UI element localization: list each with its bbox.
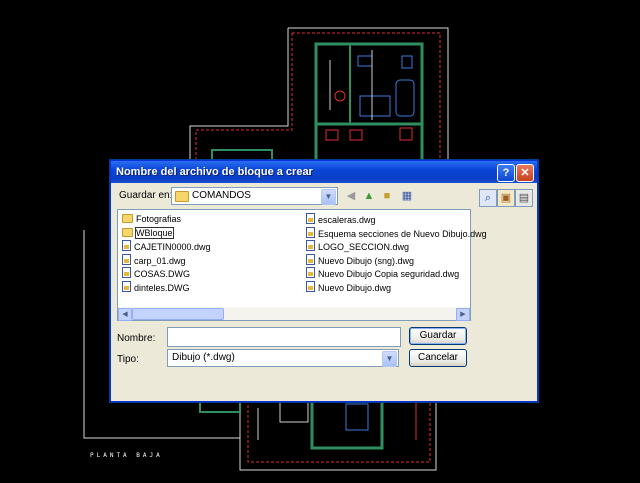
dwg-file-icon [122,240,131,251]
toolbar-icons: ⌕ ▣ ▤ [479,187,533,207]
look-in-label: Guardar en: [119,190,173,201]
file-name: carp_01.dwg [134,255,186,266]
plan-outline [288,27,449,160]
list-item[interactable]: WBloque [122,226,174,240]
list-item[interactable]: Nuevo Dibujo (sng).dwg [306,253,415,267]
dialog-titlebar[interactable]: Nombre del archivo de bloque a crear ? ✕ [111,161,537,183]
save-block-dialog: Nombre del archivo de bloque a crear ? ✕… [110,160,538,402]
filetype-select[interactable]: Dibujo (*.dwg) ▼ [167,349,399,367]
plan-label: PLANTA BAJA [90,452,163,459]
dwg-file-icon [306,280,315,292]
file-name: Nuevo Dibujo.dwg [318,282,392,293]
horizontal-scrollbar[interactable]: ◀ ▶ [118,307,470,321]
list-item[interactable]: carp_01.dwg [122,253,186,267]
look-in-value: COMANDOS [192,190,251,201]
dwg-file-icon [122,253,131,265]
new-folder-icon[interactable]: ■ [379,188,395,204]
file-name: Nuevo Dibujo Copia seguridad.dwg [318,269,460,279]
file-name: escaleras.dwg [318,215,376,225]
help-button[interactable]: ? [497,164,515,182]
close-button[interactable]: ✕ [516,164,534,182]
cancel-button[interactable]: Cancelar [409,349,467,367]
dwg-file-icon [122,280,131,292]
list-item[interactable]: Nuevo Dibujo Copia seguridad.dwg [306,267,459,280]
dwg-file-icon [306,267,315,278]
scroll-thumb[interactable] [132,308,224,320]
file-name: COSAS.DWG [134,269,191,279]
up-folder-icon[interactable]: ▲ [361,188,377,204]
filetype-label: Tipo: [117,354,139,365]
list-item[interactable]: Fotografias [122,213,181,226]
look-in-select[interactable]: COMANDOS ▼ [171,187,338,205]
dwg-file-icon [306,213,315,224]
file-name: CAJETIN0000.dwg [134,242,211,252]
list-item[interactable]: escaleras.dwg [306,213,376,226]
file-name: Nuevo Dibujo (sng).dwg [318,255,415,266]
dwg-file-icon [306,226,315,238]
save-button[interactable]: Guardar [409,327,467,345]
list-item[interactable]: dinteles.DWG [122,280,190,294]
file-list[interactable]: Fotografias WBloque CAJETIN0000.dwg carp_01… [117,209,487,321]
search-icon[interactable]: ⌕ [479,189,497,207]
scroll-left-icon[interactable]: ◀ [118,308,132,321]
filename-label: Nombre: [117,333,156,344]
file-name: WBloque [135,226,174,239]
back-icon[interactable]: ◀ [343,188,359,204]
scroll-right-icon[interactable]: ▶ [456,308,470,321]
dwg-file-icon [306,253,315,265]
folder-icon [122,227,133,237]
tools-icon[interactable]: ▤ [515,189,533,207]
file-name: dinteles.DWG [134,282,190,293]
filename-input[interactable] [167,327,401,347]
list-item[interactable]: LOGO_SECCION.dwg [306,240,409,253]
file-name: Fotografias [136,214,182,224]
list-item[interactable]: Esquema secciones de Nuevo Dibujo.dwg [306,226,487,240]
file-name: Esquema secciones de Nuevo Dibujo.dwg [318,228,487,239]
chevron-down-icon[interactable]: ▼ [382,351,397,367]
list-item[interactable]: COSAS.DWG [122,267,190,280]
filetype-value: Dibujo (*.dwg) [172,352,235,363]
preview-icon[interactable]: ▣ [497,189,515,207]
view-menu-icon[interactable]: ▦ [399,188,415,204]
folder-icon [122,214,133,223]
dwg-file-icon [306,240,315,251]
list-item[interactable]: CAJETIN0000.dwg [122,240,211,253]
chevron-down-icon[interactable]: ▼ [321,189,336,205]
folder-icon [175,191,189,202]
list-item[interactable]: Nuevo Dibujo.dwg [306,280,392,294]
file-name: LOGO_SECCION.dwg [318,242,410,252]
dwg-file-icon [122,267,131,278]
dialog-title: Nombre del archivo de bloque a crear [116,166,313,178]
